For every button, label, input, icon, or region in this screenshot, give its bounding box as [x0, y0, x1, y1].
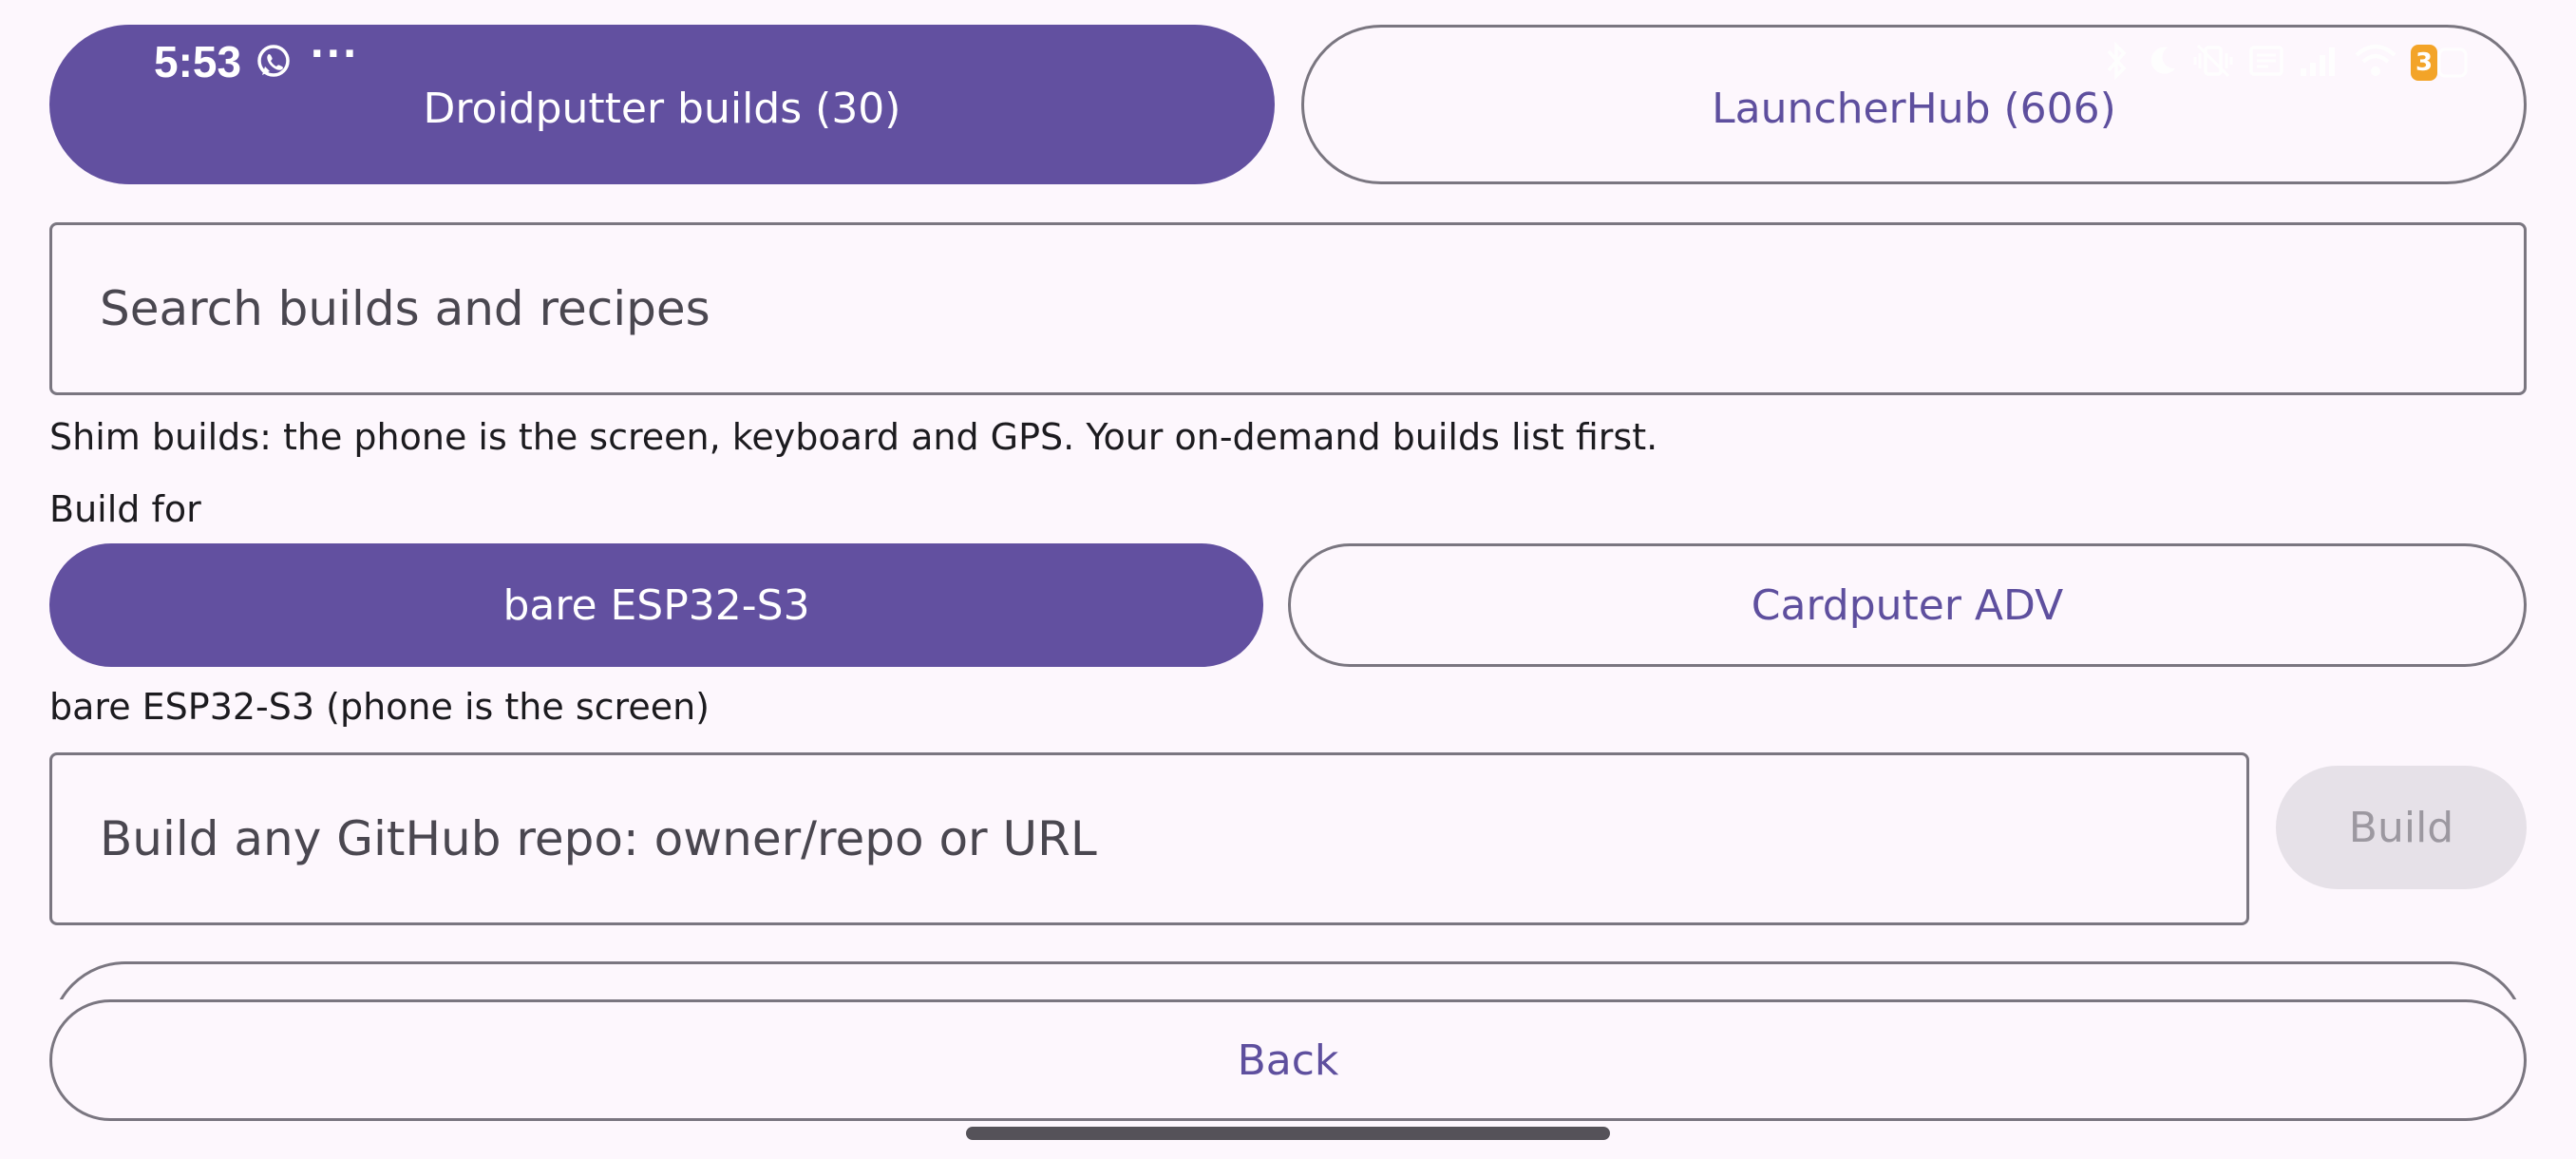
tab-launcherhub-label: LauncherHub (606)	[1712, 84, 2116, 133]
selected-target-description: bare ESP32-S3 (phone is the screen)	[49, 686, 710, 728]
wifi-icon	[2354, 42, 2397, 84]
back-button[interactable]: Back	[49, 999, 2527, 1121]
build-for-label: Build for	[49, 488, 201, 530]
info-text: Shim builds: the phone is the screen, ke…	[49, 416, 1658, 458]
repo-field[interactable]	[49, 752, 2249, 925]
status-bar-left: 5:53 ···	[154, 32, 359, 89]
data-saver-icon	[2247, 42, 2285, 84]
status-bar-right: 3	[2103, 38, 2470, 87]
search-field[interactable]	[49, 222, 2527, 395]
whatsapp-icon	[255, 43, 293, 81]
status-time: 5:53	[154, 37, 242, 86]
scrolled-content-edge	[49, 961, 2527, 999]
home-indicator[interactable]	[966, 1127, 1610, 1140]
build-button-label: Build	[2348, 803, 2454, 852]
target-bare-esp32-s3-button[interactable]: bare ESP32-S3	[49, 543, 1263, 667]
search-input[interactable]	[100, 281, 2524, 336]
build-button[interactable]: Build	[2276, 766, 2527, 889]
tab-droidputter-builds-label: Droidputter builds (30)	[423, 84, 901, 133]
back-button-label: Back	[1237, 1036, 1339, 1085]
battery-level: 3	[2411, 45, 2437, 81]
next-item-outline	[49, 961, 2527, 999]
moon-icon	[2145, 42, 2179, 84]
bluetooth-icon	[2103, 41, 2131, 84]
repo-input[interactable]	[100, 811, 2246, 866]
target-bare-esp32-s3-label: bare ESP32-S3	[502, 580, 810, 630]
screen: 5:53 ··· 3 Droidputter builds (30) Launc…	[0, 0, 2576, 1159]
target-cardputer-adv-label: Cardputer ADV	[1751, 580, 2064, 630]
vibrate-icon	[2192, 42, 2234, 84]
signal-icon	[2299, 42, 2340, 84]
battery-icon: 3	[2411, 44, 2470, 82]
target-cardputer-adv-button[interactable]: Cardputer ADV	[1288, 543, 2527, 667]
status-more-indicator: ···	[310, 32, 359, 76]
